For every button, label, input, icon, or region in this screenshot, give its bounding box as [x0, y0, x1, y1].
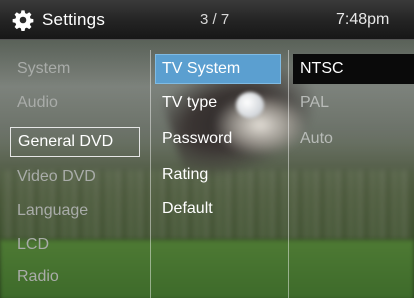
clock: 7:48pm [336, 11, 390, 28]
submenu-password[interactable]: Password [155, 124, 281, 154]
submenu-list: TV System TV type Password Rating Defaul… [150, 50, 285, 298]
category-video-dvd[interactable]: Video DVD [10, 162, 140, 192]
submenu-tv-type[interactable]: TV type [155, 88, 281, 118]
option-ntsc[interactable]: NTSC [293, 54, 414, 84]
page-indicator: 3 / 7 [200, 11, 230, 28]
options-list: NTSC PAL Auto [288, 50, 414, 298]
category-lcd[interactable]: LCD [10, 230, 140, 260]
option-auto[interactable]: Auto [293, 124, 414, 154]
settings-screen: Settings 3 / 7 7:48pm System Audio Gener… [0, 0, 414, 298]
category-language[interactable]: Language [10, 196, 140, 226]
submenu-default[interactable]: Default [155, 194, 281, 224]
submenu-tv-system[interactable]: TV System [155, 54, 281, 84]
category-list: System Audio General DVD Video DVD Langu… [0, 50, 148, 298]
header-bar: Settings 3 / 7 7:48pm [0, 0, 414, 40]
category-audio[interactable]: Audio [10, 88, 140, 118]
category-radio[interactable]: Radio [10, 262, 140, 292]
category-general-dvd[interactable]: General DVD [10, 127, 140, 157]
submenu-rating[interactable]: Rating [155, 160, 281, 190]
page-title: Settings [42, 10, 106, 29]
gear-icon [12, 10, 34, 31]
category-system[interactable]: System [10, 54, 140, 84]
option-pal[interactable]: PAL [293, 88, 414, 118]
